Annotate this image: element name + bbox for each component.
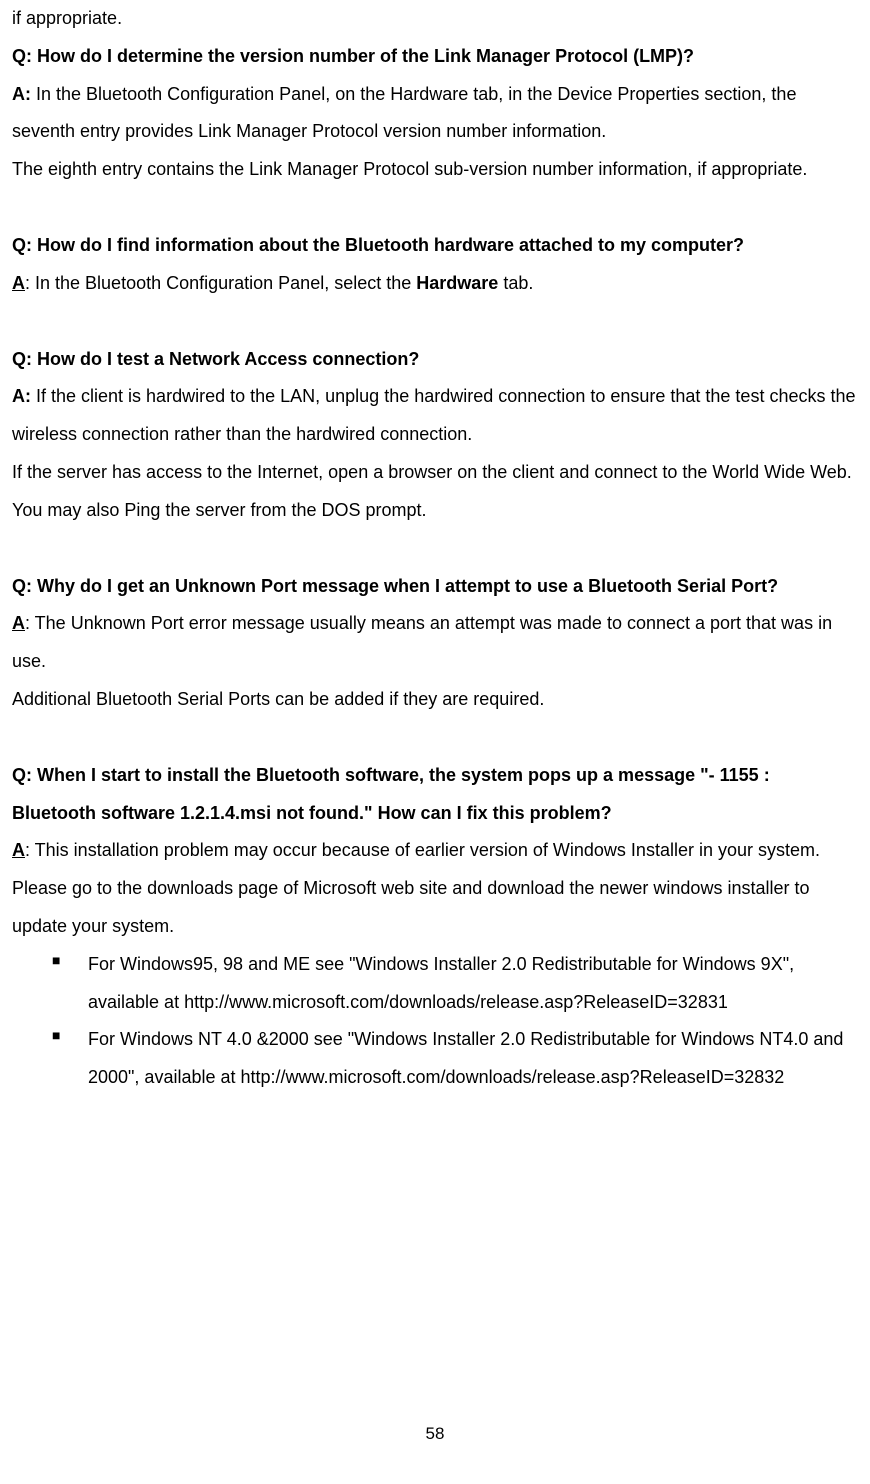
answer-3-text: If the client is hardwired to the LAN, u… [12, 386, 855, 444]
answer-4-label: A [12, 613, 25, 633]
bullet-item-1: For Windows95, 98 and ME see "Windows In… [52, 946, 858, 1022]
answer-4-para2: Additional Bluetooth Serial Ports can be… [12, 681, 858, 719]
question-1-text: Q: How do I determine the version number… [12, 46, 694, 66]
answer-5-text: : This installation problem may occur be… [12, 840, 820, 936]
question-2: Q: How do I find information about the B… [12, 227, 858, 265]
page-number: 58 [0, 1416, 870, 1452]
answer-1-para2: The eighth entry contains the Link Manag… [12, 151, 858, 189]
question-4: Q: Why do I get an Unknown Port message … [12, 568, 858, 606]
bullet-list: For Windows95, 98 and ME see "Windows In… [12, 946, 858, 1097]
bullet-item-2: For Windows NT 4.0 &2000 see "Windows In… [52, 1021, 858, 1097]
answer-2-text2: tab. [498, 273, 533, 293]
answer-1-label: A: [12, 84, 31, 104]
answer-5-label: A [12, 840, 25, 860]
answer-3-label: A: [12, 386, 31, 406]
answer-2-label: A [12, 273, 25, 293]
answer-3-para2: If the server has access to the Internet… [12, 454, 858, 492]
answer-5: A: This installation problem may occur b… [12, 832, 858, 945]
answer-2-text: : In the Bluetooth Configuration Panel, … [25, 273, 416, 293]
spacer [12, 303, 858, 341]
answer-1-para1: A: In the Bluetooth Configuration Panel,… [12, 76, 858, 152]
document-content: if appropriate. Q: How do I determine th… [12, 0, 858, 1097]
hardware-word: Hardware [416, 273, 498, 293]
spacer [12, 530, 858, 568]
answer-1-text: In the Bluetooth Configuration Panel, on… [12, 84, 796, 142]
answer-3-para1: A: If the client is hardwired to the LAN… [12, 378, 858, 454]
question-5: Q: When I start to install the Bluetooth… [12, 757, 858, 833]
paragraph-fragment: if appropriate. [12, 0, 858, 38]
question-4-text: Q: Why do I get an Unknown Port message … [12, 576, 778, 596]
answer-2: A: In the Bluetooth Configuration Panel,… [12, 265, 858, 303]
answer-4-text: : The Unknown Port error message usually… [12, 613, 832, 671]
question-5-text: Q: When I start to install the Bluetooth… [12, 765, 770, 823]
question-1: Q: How do I determine the version number… [12, 38, 858, 76]
answer-4-para1: A: The Unknown Port error message usuall… [12, 605, 858, 681]
question-3-text: Q: How do I test a Network Access connec… [12, 349, 419, 369]
question-3: Q: How do I test a Network Access connec… [12, 341, 858, 379]
spacer [12, 719, 858, 757]
question-2-text: Q: How do I find information about the B… [12, 235, 744, 255]
spacer [12, 189, 858, 227]
answer-3-para3: You may also Ping the server from the DO… [12, 492, 858, 530]
